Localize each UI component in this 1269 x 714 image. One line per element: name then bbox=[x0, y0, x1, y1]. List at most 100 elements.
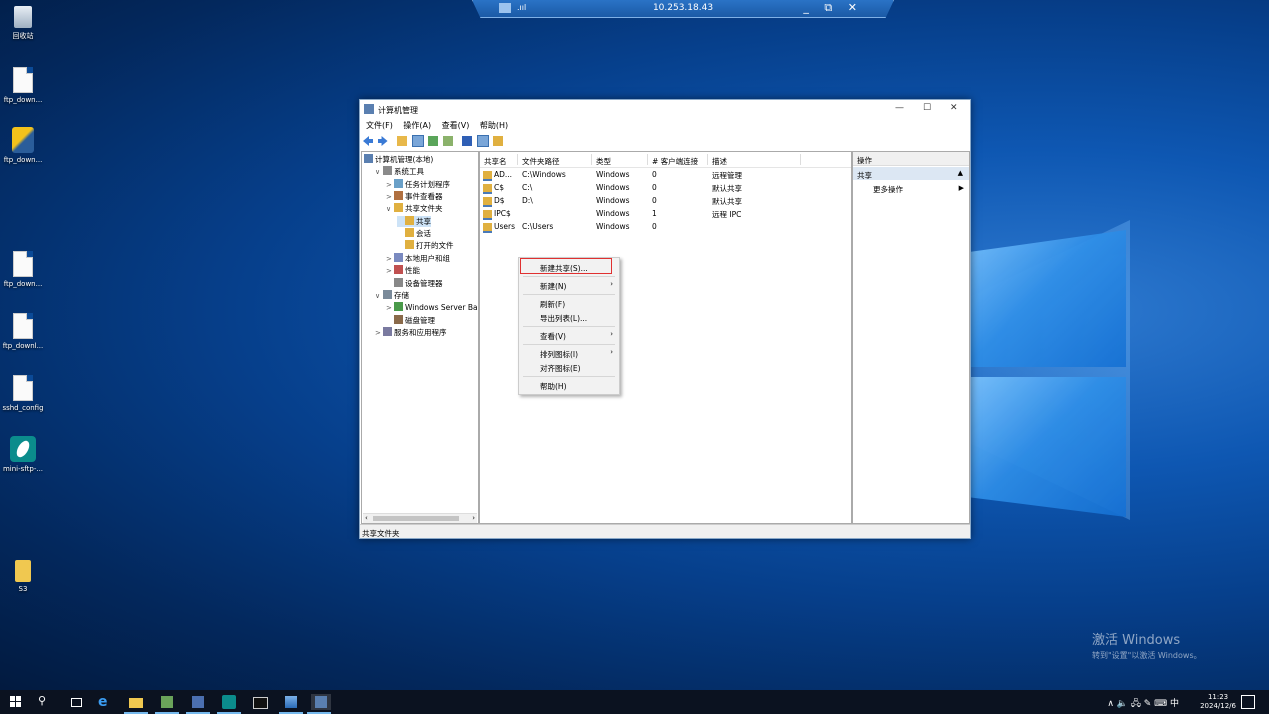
table-row[interactable]: IPC$ Windows 1 远程 IPC bbox=[480, 208, 851, 220]
refresh-menu-item[interactable]: 刷新(F) bbox=[519, 297, 619, 310]
export-list-icon[interactable] bbox=[442, 136, 453, 146]
export-list-menu-item[interactable]: 导出列表(L)... bbox=[519, 311, 619, 324]
ie-icon[interactable]: e bbox=[98, 694, 114, 710]
show-hide-action-pane-icon[interactable] bbox=[476, 135, 489, 147]
tree-node-icon bbox=[383, 289, 392, 299]
tree-item[interactable]: 设备管理器 bbox=[386, 277, 443, 289]
tree-item[interactable]: > 服务和应用程序 bbox=[375, 326, 447, 338]
mini-sftp-icon[interactable] bbox=[217, 694, 241, 714]
server-manager-icon[interactable] bbox=[186, 694, 210, 714]
more-actions-item[interactable]: 更多操作 ▶ bbox=[853, 182, 969, 194]
column-share-name[interactable]: 共享名 bbox=[484, 156, 507, 167]
tree-item[interactable]: 计算机管理(本地) bbox=[364, 154, 433, 165]
file-explorer-icon[interactable] bbox=[124, 694, 148, 714]
column-type[interactable]: 类型 bbox=[596, 156, 611, 167]
help-menu-item[interactable]: 帮助(H) bbox=[519, 379, 619, 392]
table-row[interactable]: Users C:\Users Windows 0 bbox=[480, 221, 851, 233]
expand-icon[interactable]: > bbox=[386, 266, 394, 276]
desktop-icon-ftp-download-py[interactable]: ftp_down... bbox=[0, 127, 53, 164]
tree-horizontal-scrollbar[interactable]: ‹ › bbox=[363, 513, 477, 523]
back-icon[interactable] bbox=[363, 136, 373, 146]
computer-management-icon[interactable] bbox=[307, 694, 331, 714]
desktop-icon-sshd-config[interactable]: sshd_config bbox=[0, 375, 53, 412]
header-divider[interactable] bbox=[800, 154, 801, 165]
menu-action[interactable]: 操作(A) bbox=[403, 121, 431, 130]
remote-bar-window-controls[interactable]: _ ⧉ ✕ bbox=[803, 1, 863, 15]
tree-item[interactable]: 磁盘管理 bbox=[386, 314, 435, 326]
tree-item[interactable]: ∨ 系统工具 bbox=[375, 166, 424, 177]
desktop-icon-s3-folder[interactable]: S3 bbox=[0, 560, 53, 593]
tree-node-icon bbox=[383, 326, 392, 336]
tree-item[interactable]: > 任务计划程序 bbox=[386, 178, 450, 190]
close-button[interactable]: ✕ bbox=[950, 103, 958, 113]
scroll-thumb[interactable] bbox=[373, 516, 459, 521]
desktop-icon-recycle-bin[interactable]: 回收站 bbox=[0, 6, 53, 41]
app-icon[interactable] bbox=[155, 694, 179, 714]
desktop-icon-ftp-download-2[interactable]: ftp_down... bbox=[0, 251, 53, 288]
table-row[interactable]: C$ C:\ Windows 0 默认共享 bbox=[480, 182, 851, 194]
menu-file[interactable]: 文件(F) bbox=[366, 121, 393, 130]
column-folder-path[interactable]: 文件夹路径 bbox=[522, 156, 560, 167]
tree-item[interactable]: > Windows Server Back bbox=[386, 302, 478, 313]
chart-app-icon[interactable] bbox=[279, 694, 303, 714]
tree-item[interactable]: > 性能 bbox=[386, 265, 420, 276]
refresh-icon[interactable] bbox=[428, 136, 439, 146]
menu-separator bbox=[523, 294, 615, 295]
collapse-icon[interactable]: ∨ bbox=[375, 167, 383, 177]
expand-icon[interactable]: > bbox=[386, 180, 394, 190]
scroll-left-icon[interactable]: ‹ bbox=[365, 514, 368, 522]
tree-item[interactable]: 共享 bbox=[397, 215, 431, 227]
actions-section-share[interactable]: 共享 ▲ bbox=[853, 167, 969, 180]
table-row[interactable]: AD... C:\Windows Windows 0 远程管理 bbox=[480, 169, 851, 181]
clock[interactable]: 11:23 2024/12/6 bbox=[1200, 693, 1236, 711]
tree-item[interactable]: ∨ 存储 bbox=[375, 289, 409, 301]
header-divider[interactable] bbox=[517, 154, 518, 165]
maximize-button[interactable]: ☐ bbox=[923, 103, 931, 113]
expand-icon[interactable]: > bbox=[386, 254, 394, 264]
column-client-connections[interactable]: # 客户端连接 bbox=[652, 156, 698, 167]
collapse-icon[interactable]: ∨ bbox=[386, 204, 394, 214]
search-icon[interactable]: ⚲ bbox=[38, 694, 54, 710]
collapse-icon[interactable]: ∨ bbox=[375, 291, 383, 301]
tree-item[interactable]: 打开的文件 bbox=[397, 240, 454, 251]
arrange-icons-menu-item[interactable]: 排列图标(I) › bbox=[519, 347, 619, 360]
header-divider[interactable] bbox=[591, 154, 592, 165]
tree-item[interactable]: > 事件查看器 bbox=[386, 191, 443, 202]
line-up-icons-menu-item[interactable]: 对齐图标(E) bbox=[519, 361, 619, 374]
minimize-button[interactable]: — bbox=[895, 103, 904, 113]
help-icon[interactable] bbox=[462, 136, 473, 146]
remote-desktop-bar[interactable]: .ııl 10.253.18.43 _ ⧉ ✕ bbox=[472, 0, 894, 18]
header-divider[interactable] bbox=[647, 154, 648, 165]
header-divider[interactable] bbox=[707, 154, 708, 165]
table-row[interactable]: D$ D:\ Windows 0 默认共享 bbox=[480, 195, 851, 207]
start-icon[interactable] bbox=[8, 694, 24, 710]
desktop-icon-mini-sftp[interactable]: mini-sftp-... bbox=[0, 436, 53, 473]
new-menu-item[interactable]: 新建(N) › bbox=[519, 279, 619, 292]
system-tray[interactable]: ∧ 🔈 🖧 ✎ ⌨ 中 bbox=[1107, 696, 1179, 712]
terminal-icon[interactable] bbox=[252, 694, 268, 710]
desktop-icon-ftp-download-3[interactable]: ftp_downl... bbox=[0, 313, 53, 350]
menu-item-label: 查看(V) bbox=[540, 332, 566, 341]
collapse-up-icon[interactable]: ▲ bbox=[958, 169, 963, 177]
menu-help[interactable]: 帮助(H) bbox=[480, 121, 508, 130]
expand-icon[interactable]: > bbox=[386, 192, 394, 202]
folder-path-cell: C:\ bbox=[522, 183, 533, 192]
tree-item[interactable]: 会话 bbox=[397, 228, 431, 239]
desktop-icon-ftp-download-1[interactable]: ftp_down... bbox=[0, 67, 53, 104]
tree-item[interactable]: > 本地用户和组 bbox=[386, 252, 450, 264]
new-share-icon[interactable] bbox=[493, 136, 504, 146]
menu-view[interactable]: 查看(V) bbox=[442, 121, 470, 130]
expand-icon[interactable]: > bbox=[386, 303, 394, 313]
show-hide-tree-icon[interactable] bbox=[411, 135, 424, 147]
task-view-icon[interactable] bbox=[68, 694, 84, 710]
view-menu-item[interactable]: 查看(V) › bbox=[519, 329, 619, 342]
window-titlebar[interactable]: 计算机管理 — ☐ ✕ bbox=[360, 100, 970, 118]
expand-icon[interactable]: > bbox=[375, 328, 383, 338]
forward-icon[interactable] bbox=[377, 136, 388, 146]
up-folder-icon[interactable] bbox=[397, 136, 408, 146]
scroll-right-icon[interactable]: › bbox=[472, 514, 475, 522]
notification-icon[interactable] bbox=[1241, 695, 1255, 709]
tree-item[interactable]: ∨ 共享文件夹 bbox=[386, 203, 443, 214]
submenu-arrow-icon: › bbox=[610, 348, 613, 356]
column-description[interactable]: 描述 bbox=[712, 156, 727, 167]
